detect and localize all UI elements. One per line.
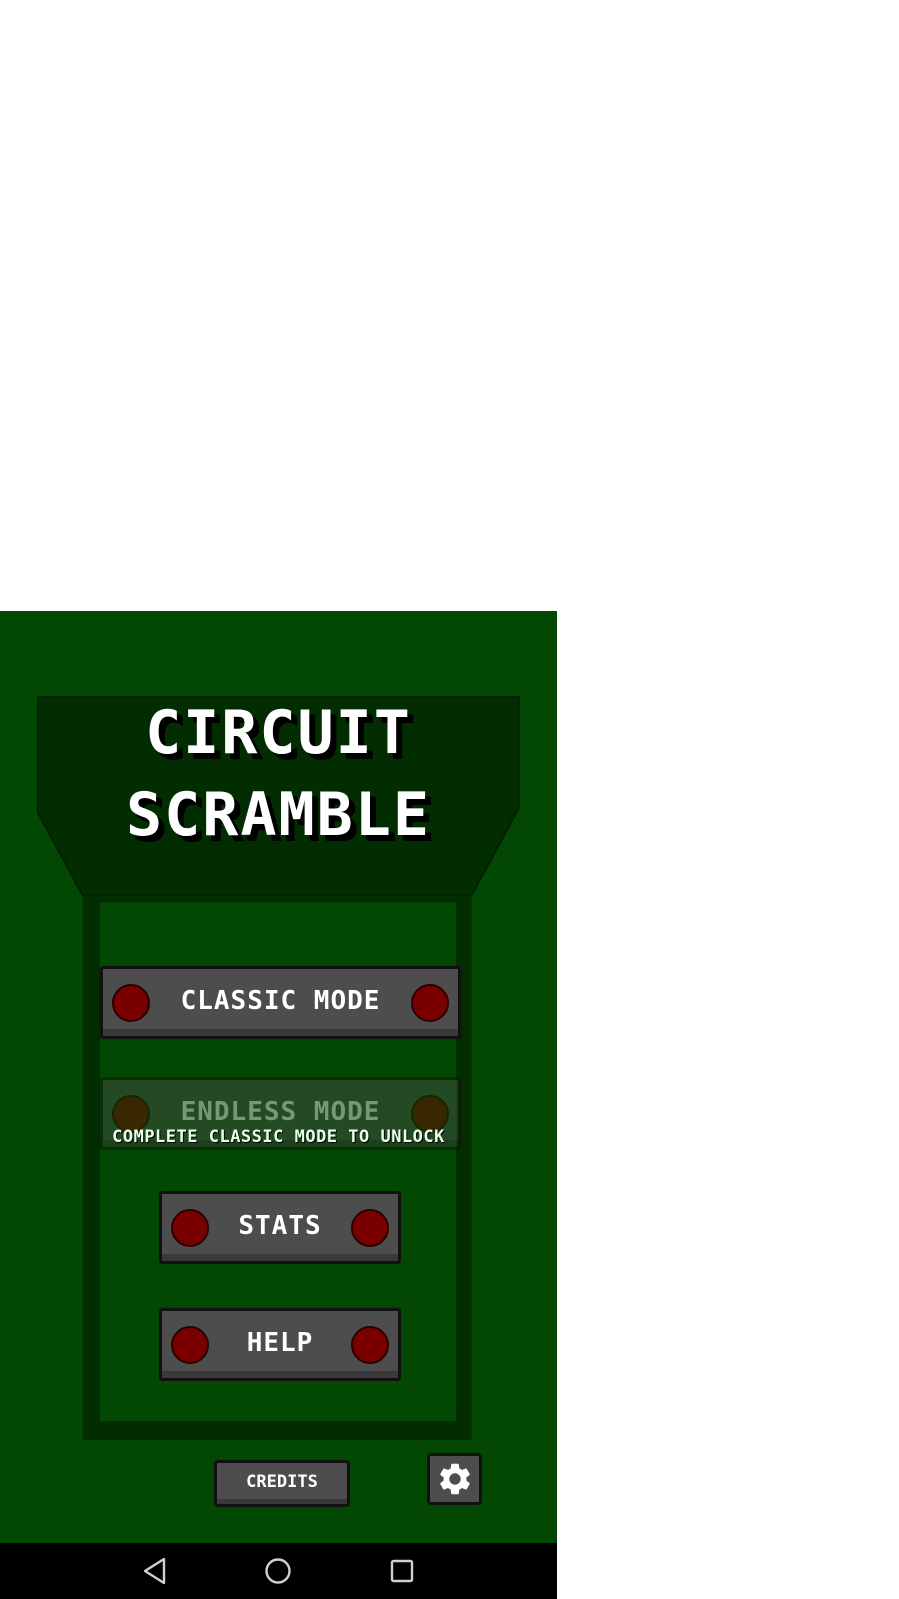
red-led-icon bbox=[411, 983, 449, 1022]
android-nav-bar bbox=[0, 1543, 557, 1599]
nav-home-button[interactable] bbox=[260, 1553, 296, 1589]
gear-icon bbox=[439, 1463, 470, 1495]
title-line-2: SCRAMBLE bbox=[126, 780, 431, 850]
unlock-hint: COMPLETE CLASSIC MODE TO UNLOCK bbox=[112, 1127, 445, 1147]
red-led-icon bbox=[351, 1325, 389, 1364]
game-screen: CIRCUIT SCRAMBLE CLASSIC MODE ENDLESS MO… bbox=[0, 611, 557, 1599]
red-led-icon bbox=[351, 1208, 389, 1247]
help-button[interactable]: HELP bbox=[159, 1308, 401, 1381]
red-led-icon bbox=[171, 1325, 209, 1364]
red-led-icon bbox=[112, 983, 150, 1022]
recents-square-icon bbox=[390, 1559, 414, 1583]
endless-mode-label: ENDLESS MODE bbox=[180, 1096, 381, 1127]
settings-button[interactable] bbox=[427, 1453, 482, 1505]
classic-mode-button[interactable]: CLASSIC MODE bbox=[100, 966, 461, 1039]
home-circle-icon bbox=[265, 1558, 291, 1584]
back-triangle-icon bbox=[143, 1557, 166, 1585]
credits-button[interactable]: CREDITS bbox=[214, 1460, 350, 1507]
nav-recents-button[interactable] bbox=[384, 1553, 420, 1589]
classic-mode-label: CLASSIC MODE bbox=[180, 985, 381, 1016]
nav-back-button[interactable] bbox=[137, 1553, 173, 1589]
red-led-icon bbox=[171, 1208, 209, 1247]
credits-label: CREDITS bbox=[246, 1472, 318, 1492]
stats-button[interactable]: STATS bbox=[159, 1191, 401, 1264]
stats-label: STATS bbox=[238, 1210, 322, 1241]
help-label: HELP bbox=[246, 1327, 314, 1358]
game-title: CIRCUIT SCRAMBLE bbox=[0, 703, 557, 845]
title-line-1: CIRCUIT bbox=[145, 698, 412, 768]
